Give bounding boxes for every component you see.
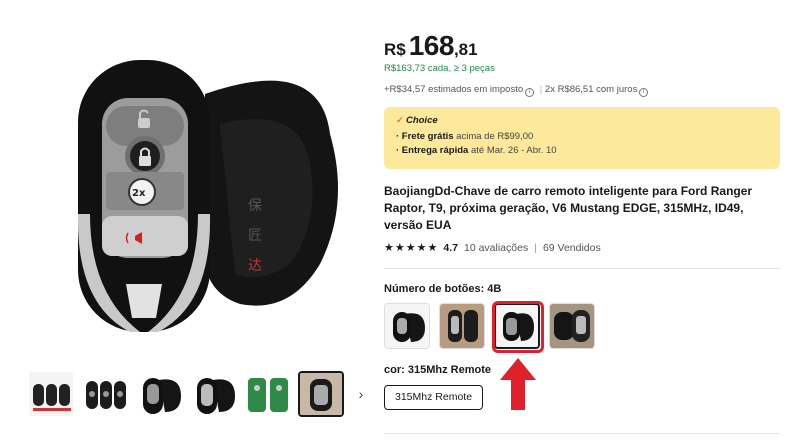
thumbnail-4[interactable]	[190, 371, 236, 417]
fast-delivery-line: · Entrega rápida até Mar. 26 - Abr. 10	[396, 144, 768, 158]
key-2x-label: 2x	[132, 188, 146, 199]
star-icon: ★	[416, 241, 427, 254]
sold-count: 69 Vendidos	[542, 242, 601, 254]
rating-row: ★ ★ ★ ★ ★ 4.7 10 avaliações | 69 Vendido…	[384, 241, 601, 254]
thumbnail-3[interactable]	[136, 371, 182, 417]
price-currency: R$	[384, 40, 406, 59]
thumbnail-strip: ›	[28, 371, 370, 417]
sku-option-4[interactable]	[549, 303, 595, 349]
thumbnail-2[interactable]	[82, 371, 128, 417]
tax-text: +R$34,57 estimados em imposto	[384, 84, 524, 95]
free-shipping-line: · Frete grátis acima de R$99,00	[396, 130, 768, 144]
fast-delivery-bold: · Entrega rápida	[396, 145, 469, 156]
choice-title-text: Choice	[405, 115, 438, 126]
thumbnail-5[interactable]	[244, 371, 290, 417]
fast-delivery-rest: até Mar. 26 - Abr. 10	[468, 145, 557, 156]
info-icon[interactable]: i	[525, 88, 535, 97]
arrow-up-icon	[500, 358, 536, 410]
sku-label: Número de botões: 4B	[384, 283, 502, 295]
product-main-image[interactable]: 保 匠 达 2x	[20, 14, 350, 344]
sku-option-3[interactable]	[494, 303, 540, 349]
sku-options	[384, 303, 595, 349]
price-integer: 168	[408, 30, 455, 61]
check-icon: ✓	[396, 115, 404, 126]
free-shipping-rest: acima de R$99,00	[453, 131, 534, 142]
star-icon: ★	[384, 241, 394, 254]
product-title: BaojiangDd-Chave de carro remoto intelig…	[384, 184, 753, 232]
divider	[384, 268, 780, 269]
sku-option-1[interactable]	[384, 303, 430, 349]
star-rating: ★ ★ ★ ★ ★	[384, 241, 438, 254]
thumbnail-6[interactable]	[298, 371, 344, 417]
free-shipping-bold: · Frete grátis	[396, 131, 454, 142]
price: R$ 168 ,81	[384, 30, 478, 62]
star-icon: ★	[405, 241, 416, 254]
color-label: cor: 315Mhz Remote	[384, 364, 491, 376]
reviews-link[interactable]: 10 avaliações	[464, 242, 528, 254]
info-icon[interactable]: i	[639, 88, 649, 97]
svg-text:保: 保	[248, 198, 262, 214]
choice-title: ✓ Choice	[396, 115, 768, 126]
choice-banner: ✓ Choice · Frete grátis acima de R$99,00…	[384, 107, 780, 169]
price-decimal: ,81	[453, 40, 478, 59]
color-option-315mhz[interactable]: 315Mhz Remote	[384, 385, 484, 410]
star-icon: ★	[427, 241, 438, 254]
divider	[384, 433, 780, 434]
sku-option-2[interactable]	[439, 303, 485, 349]
rating-value: 4.7	[443, 242, 458, 254]
svg-text:匠: 匠	[248, 228, 262, 244]
installments-text: 2x R$86,51 com juros	[544, 84, 638, 95]
chevron-right-icon[interactable]: ›	[352, 371, 370, 417]
thumbnail-1[interactable]	[28, 371, 74, 417]
star-icon: ★	[394, 241, 405, 254]
tax-row: +R$34,57 estimados em imposto i | 2x R$86…	[384, 84, 651, 97]
bulk-price: R$163,73 cada, ≥ 3 peças	[384, 63, 495, 74]
svg-text:达: 达	[248, 258, 262, 274]
